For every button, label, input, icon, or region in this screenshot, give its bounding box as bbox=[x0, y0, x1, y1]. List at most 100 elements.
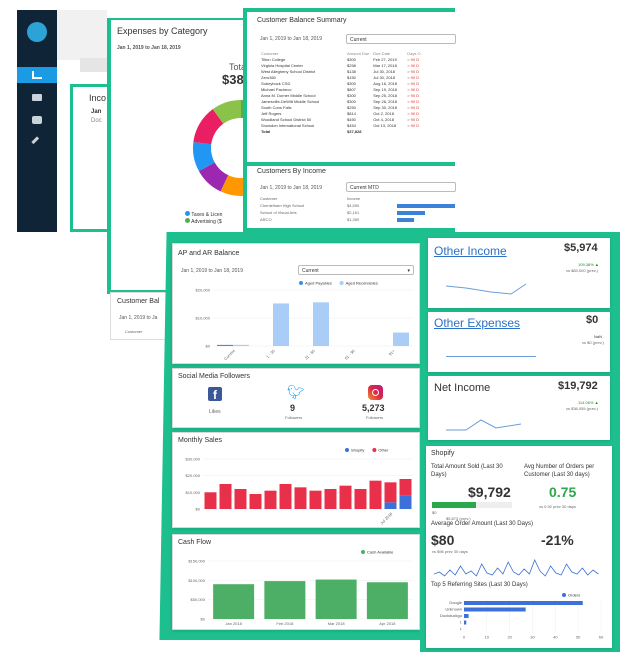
cust-bal-range: Jan 1, 2019 to Ja bbox=[119, 315, 158, 321]
logo-icon[interactable] bbox=[27, 22, 47, 42]
x-tick-label: Current bbox=[223, 348, 237, 362]
ap-ar-title: AP and AR Balance bbox=[178, 250, 240, 257]
bar bbox=[234, 489, 247, 509]
shopify-avg-orders-prev: vs 0.92 prev 30 days bbox=[539, 504, 576, 509]
cash-flow-title: Cash Flow bbox=[178, 539, 212, 546]
y-tick-label: $30,000 bbox=[186, 457, 201, 462]
facebook-label: Likes bbox=[209, 409, 221, 415]
customer-balance-select[interactable]: Current bbox=[346, 34, 456, 44]
x-tick-label: 0 bbox=[463, 635, 466, 640]
shopify-avg-sparkline bbox=[434, 558, 599, 577]
x-tick-label: Mar 2018 bbox=[328, 621, 346, 626]
other-income-card: Other Income $5,974 109.38% ▲ vs $83,000… bbox=[428, 238, 610, 308]
y-tick-label: $0 bbox=[206, 344, 211, 349]
expenses-pie-chart bbox=[193, 100, 251, 196]
other-expenses-prev: vs $0 (prev.) bbox=[582, 340, 604, 345]
table-cell: $37,828 bbox=[347, 128, 362, 134]
other-income-value: $5,974 bbox=[564, 242, 598, 254]
shopify-avg-orders-value: 0.75 bbox=[549, 484, 577, 500]
x-tick-label: 40 bbox=[553, 635, 558, 640]
chart-icon[interactable] bbox=[17, 67, 57, 83]
customer-balance-title: Customer Balance Summary bbox=[257, 17, 347, 24]
folder-icon[interactable] bbox=[32, 94, 42, 101]
instagram-value: 5,273 bbox=[362, 403, 385, 413]
y-tick-label: $10,000 bbox=[196, 316, 211, 321]
ci-header-customer: Customer bbox=[260, 196, 278, 201]
y-tick-label: $0 bbox=[196, 507, 201, 512]
monthly-sales-title: Monthly Sales bbox=[178, 437, 222, 444]
shopify-avg-amount-label: Average Order Amount (Last 30 Days) bbox=[431, 521, 533, 527]
y-tick-label: Google bbox=[449, 600, 463, 605]
expenses-legend-1: Taxes & Licen bbox=[185, 211, 222, 218]
twitter-icon: 🐦︎ bbox=[287, 384, 305, 400]
ci-bar bbox=[397, 218, 415, 222]
legend-label: Orders bbox=[568, 593, 580, 598]
expenses-title: Expenses by Category bbox=[117, 26, 208, 36]
legend-dot bbox=[339, 281, 344, 285]
legend-dot bbox=[361, 550, 365, 554]
bar bbox=[399, 479, 412, 496]
table-cell: Total bbox=[261, 128, 271, 134]
legend-label: Cash Available bbox=[367, 550, 394, 555]
shopify-total-label: Total Amount Sold (Last 30 Days) bbox=[431, 464, 503, 478]
ci-row-value: $2,161 bbox=[347, 210, 360, 215]
legend-dot bbox=[299, 281, 303, 285]
x-tick-label: 31 - 60 bbox=[303, 348, 316, 361]
bar bbox=[464, 607, 526, 612]
shopify-avg-orders-label: Avg Number of Orders per Customer (Last … bbox=[524, 464, 595, 478]
ci-bar bbox=[397, 204, 455, 208]
x-tick-label: 60 bbox=[599, 635, 604, 640]
y-tick-label: $20,000 bbox=[186, 473, 201, 478]
ci-header-income: Income bbox=[347, 196, 361, 201]
bar bbox=[233, 344, 249, 346]
twitter-value: 9 bbox=[290, 403, 296, 413]
bar bbox=[315, 579, 357, 619]
legend-label: Other bbox=[378, 448, 389, 453]
legend-dot bbox=[372, 448, 377, 452]
shopify-ref-title: Top 5 Referring Sites (Last 30 Days) bbox=[431, 582, 528, 588]
bar bbox=[384, 482, 397, 503]
bar bbox=[324, 489, 337, 509]
facebook-icon: f bbox=[208, 387, 222, 402]
table-cell bbox=[371, 128, 405, 134]
bar bbox=[354, 489, 367, 509]
net-income-value: $19,792 bbox=[558, 380, 598, 392]
bar bbox=[213, 584, 255, 619]
other-income-pct: 109.38% ▲ bbox=[578, 262, 599, 267]
customer-balance-range: Jan 1, 2019 to Jan 18, 2019 bbox=[260, 36, 322, 42]
other-expenses-value: $0 bbox=[586, 314, 599, 326]
social-title: Social Media Followers bbox=[178, 373, 250, 380]
social-card: Social Media Followers f Likes 🐦︎ 9 Foll… bbox=[172, 368, 420, 428]
net-income-prev: vs $36,055 (prev.) bbox=[566, 406, 598, 411]
other-expenses-sparkline bbox=[446, 356, 536, 357]
cash-flow-card: Cash Flow $150,000 $100,000 $50,000 $0 Jan 2… bbox=[172, 534, 420, 630]
legend-label: Aged Payables bbox=[305, 281, 332, 286]
shopify-title: Shopify bbox=[431, 450, 455, 457]
bar bbox=[264, 581, 306, 619]
legend-label: Shopify bbox=[351, 448, 364, 453]
ap-ar-select[interactable]: Current ▾ bbox=[298, 265, 414, 275]
bar bbox=[366, 582, 408, 619]
monthly-sales-chart: $30,000 $20,000 $10,000 $0 Jul 2018 Shopify Ot… bbox=[186, 448, 413, 526]
sparkline-line bbox=[434, 558, 599, 577]
wrench-icon[interactable] bbox=[31, 136, 43, 148]
other-income-sparkline bbox=[446, 283, 527, 295]
customers-income-card: Customers By Income Jan 1, 2019 to Jan 1… bbox=[243, 166, 456, 232]
customer-balance-card: Customer Balance Summary Jan 1, 2019 to … bbox=[243, 8, 456, 166]
other-expenses-link[interactable]: Other Expenses bbox=[434, 316, 520, 330]
legend-label: Aged Receivables bbox=[346, 281, 378, 286]
camera-icon[interactable] bbox=[32, 116, 42, 124]
bar bbox=[369, 480, 382, 509]
x-tick-label: Apr 2018 bbox=[379, 621, 396, 626]
other-income-link[interactable]: Other Income bbox=[434, 244, 507, 258]
customers-income-select[interactable]: Current MTD bbox=[346, 182, 456, 192]
bar bbox=[464, 614, 469, 618]
bar bbox=[399, 495, 412, 509]
bar bbox=[384, 502, 397, 509]
bar bbox=[309, 490, 322, 509]
y-tick-label: $20,000 bbox=[196, 288, 211, 293]
x-tick-label: 61 - 90 bbox=[343, 348, 356, 361]
ap-ar-card: AP and AR Balance Jan 1, 2019 to Jan 18,… bbox=[172, 243, 420, 364]
x-tick-label: Jan 2018 bbox=[225, 621, 242, 626]
bar bbox=[464, 620, 467, 625]
